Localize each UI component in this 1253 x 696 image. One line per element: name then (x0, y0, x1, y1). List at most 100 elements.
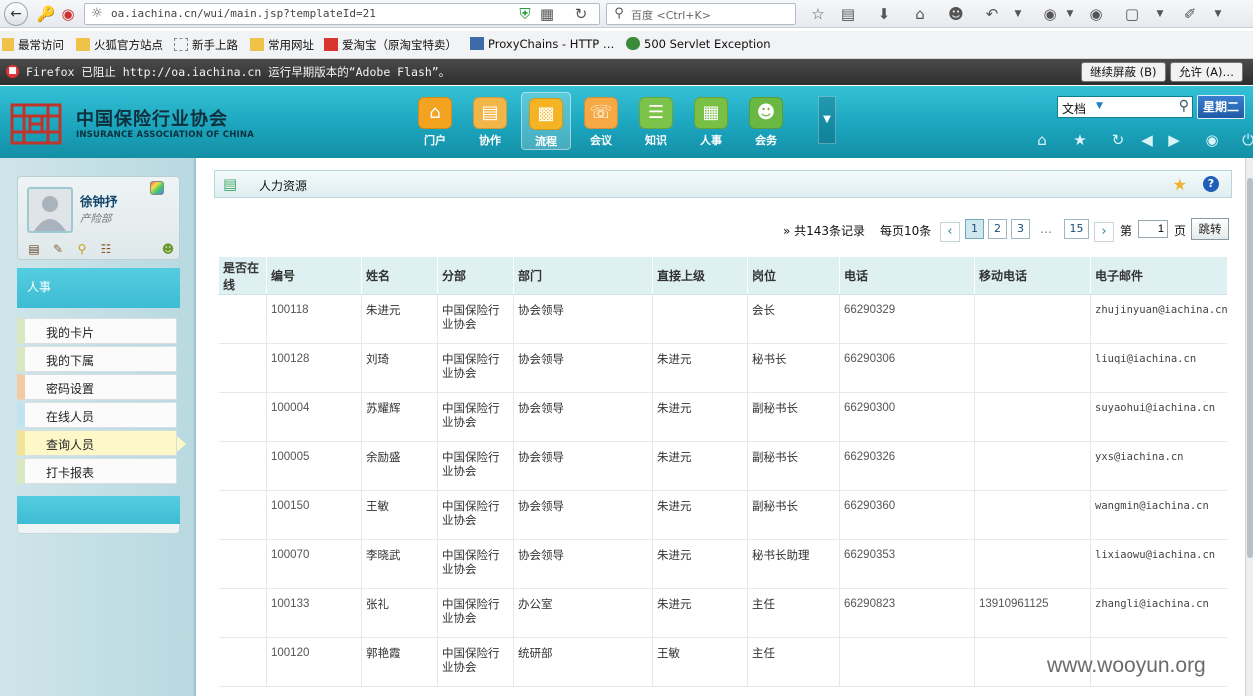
undo-icon[interactable]: ↶ (982, 4, 1002, 24)
table-cell[interactable]: 朱进元 (361, 294, 438, 344)
column-header[interactable]: 岗位 (747, 256, 840, 295)
table-row[interactable]: 100133 张礼 中国保险行业协会 办公室 朱进元 主任 66290823 13910961… (218, 588, 1227, 638)
page-button[interactable]: 1 (965, 219, 984, 239)
book-icon[interactable]: ▤ (26, 241, 42, 257)
reload-icon[interactable]: ↻ (571, 4, 591, 24)
tools-icon[interactable]: ✐ (1180, 4, 1200, 24)
camera-icon[interactable]: ◉ (58, 4, 78, 24)
module-collaboration[interactable]: ▤ 协作 (465, 92, 515, 150)
module-conference[interactable]: ☻ 会务 (741, 92, 791, 150)
page-button[interactable]: 2 (988, 219, 1007, 239)
column-header[interactable]: 直接上级 (652, 256, 748, 295)
column-header[interactable]: 姓名 (361, 256, 438, 295)
search-category[interactable]: 文档 (1062, 100, 1086, 117)
app-search-box[interactable]: 文档 ▼ ⚲ (1057, 96, 1193, 118)
table-cell[interactable]: 张礼 (361, 588, 438, 638)
chat-icon[interactable]: ☻ (946, 4, 966, 24)
bookmark-proxychains[interactable]: ProxyChains - HTTP … (470, 37, 614, 53)
back-arrow-icon[interactable]: ◀ (1137, 130, 1157, 150)
menu-item-my-card[interactable]: 我的卡片 (17, 318, 177, 344)
module-hr[interactable]: ▦ 人事 (686, 92, 736, 150)
bookmark-aitaobao[interactable]: 爱淘宝（原淘宝特卖） (324, 37, 457, 53)
back-button[interactable]: ← (4, 2, 28, 26)
module-workflow[interactable]: ▩ 流程 (521, 92, 571, 150)
chevron-down-icon[interactable]: ▼ (1096, 101, 1103, 111)
menu-dropdown-icon[interactable]: ▼ (1208, 4, 1228, 24)
bookmark-firefox-site[interactable]: 火狐官方站点 (76, 37, 163, 53)
addon-icon[interactable]: ◉ (1040, 4, 1060, 24)
refresh-icon[interactable]: ↻ (1108, 130, 1128, 150)
favorite-star-icon[interactable]: ★ (1173, 175, 1187, 194)
continue-blocking-button[interactable]: 继续屏蔽 (B) (1081, 62, 1166, 82)
table-row[interactable]: 100005 余励盛 中国保险行业协会 协会领导 朱进元 副秘书长 66290326 yxs@… (218, 441, 1227, 491)
user-name[interactable]: 徐钟抒 (80, 191, 118, 210)
refresh-user-icon[interactable]: ☻ (160, 241, 176, 257)
crop-dropdown-icon[interactable]: ▼ (1150, 4, 1170, 24)
module-knowledge[interactable]: ☰ 知识 (631, 92, 681, 150)
module-portal[interactable]: ⌂ 门户 (410, 92, 460, 150)
table-cell[interactable]: 郭艳霞 (361, 637, 438, 687)
qr-code-icon[interactable]: ▦ (537, 4, 557, 24)
reading-list-icon[interactable]: ▤ (838, 4, 858, 24)
key-icon[interactable]: 🔑 (36, 4, 56, 24)
more-modules-button[interactable]: ▼ (818, 96, 836, 144)
table-row[interactable]: 100118 朱进元 中国保险行业协会 协会领导 会长 66290329 zhujinyua… (218, 294, 1227, 344)
table-row[interactable]: 100004 苏耀辉 中国保险行业协会 协会领导 朱进元 副秘书长 66290300 suya… (218, 392, 1227, 442)
module-meeting[interactable]: ☏ 会议 (576, 92, 626, 150)
table-row[interactable]: 100128 刘琦 中国保险行业协会 协会领导 朱进元 秘书长 66290306 liuqi@… (218, 343, 1227, 393)
go-button[interactable]: 跳转 (1191, 218, 1229, 240)
scrollbar-thumb[interactable] (1247, 178, 1253, 558)
table-row[interactable]: 100150 王敏 中国保险行业协会 协会领导 朱进元 副秘书长 66290360 wangm… (218, 490, 1227, 540)
download-icon[interactable]: ⬇ (874, 4, 894, 24)
column-header[interactable]: 分部 (437, 256, 514, 295)
message-icon[interactable]: ◉ (1086, 4, 1106, 24)
menu-item-password-settings[interactable]: 密码设置 (17, 374, 177, 400)
browser-search-input[interactable]: ⚲ 百度 <Ctrl+K> (606, 3, 796, 25)
edit-icon[interactable]: ✎ (50, 241, 66, 257)
addon-dropdown-icon[interactable]: ▼ (1060, 4, 1080, 24)
column-header[interactable]: 编号 (266, 256, 362, 295)
home-icon[interactable]: ⌂ (1032, 130, 1052, 150)
bookmark-most-visited[interactable]: 最常访问 (2, 37, 64, 53)
forward-arrow-icon[interactable]: ▶ (1164, 130, 1184, 150)
url-bar[interactable]: ☼ oa.iachina.cn/wui/main.jsp?templateId=… (84, 3, 600, 25)
theme-palette-icon[interactable] (150, 181, 164, 195)
page-scrollbar[interactable] (1245, 158, 1253, 696)
lock-icon[interactable]: ⚲ (74, 241, 90, 257)
page-button[interactable]: 15 (1064, 219, 1089, 239)
table-row[interactable]: 100070 李晓武 中国保险行业协会 协会领导 朱进元 秘书长助理 66290353 lix… (218, 539, 1227, 589)
menu-item-online-users[interactable]: 在线人员 (17, 402, 177, 428)
allow-button[interactable]: 允许 (A)… (1170, 62, 1243, 82)
table-cell[interactable]: 刘琦 (361, 343, 438, 393)
home-icon[interactable]: ⌂ (910, 4, 930, 24)
logout-icon[interactable]: ⏻ (1238, 130, 1253, 150)
bookmark-star-icon[interactable]: ☆ (808, 4, 828, 24)
column-header[interactable]: 是否在线 (218, 256, 267, 295)
table-cell[interactable]: 苏耀辉 (361, 392, 438, 442)
menu-item-search-people[interactable]: 查询人员 (17, 430, 186, 456)
bookmark-servlet-exception[interactable]: 500 Servlet Exception (626, 37, 771, 53)
column-header[interactable]: 部门 (513, 256, 653, 295)
column-header[interactable]: 电话 (839, 256, 975, 295)
favorite-star-icon[interactable]: ★ (1070, 130, 1090, 150)
column-header[interactable]: 移动电话 (974, 256, 1091, 295)
help-icon[interactable]: ? (1203, 176, 1219, 192)
shield-icon[interactable]: ⛨ (515, 4, 535, 24)
search-icon[interactable]: ⚲ (1179, 98, 1189, 114)
undo-dropdown-icon[interactable]: ▼ (1008, 4, 1028, 24)
org-chart-icon[interactable]: ☷ (98, 241, 114, 257)
crop-icon[interactable]: ▢ (1122, 4, 1142, 24)
menu-item-attendance-report[interactable]: 打卡报表 (17, 458, 177, 484)
prev-page-icon[interactable]: ‹ (940, 222, 960, 242)
page-button[interactable]: 3 (1011, 219, 1030, 239)
avatar[interactable] (27, 187, 73, 233)
next-page-icon[interactable]: › (1094, 222, 1114, 242)
collapse-icon[interactable]: ◉ (1202, 130, 1222, 150)
menu-item-my-subordinates[interactable]: 我的下属 (17, 346, 177, 372)
table-cell[interactable]: 王敏 (361, 490, 438, 540)
bookmark-getting-started[interactable]: 新手上路 (174, 37, 238, 53)
page-number-input[interactable] (1138, 220, 1168, 238)
table-cell[interactable]: 李晓武 (361, 539, 438, 589)
column-header[interactable]: 电子邮件 (1090, 256, 1227, 295)
table-cell[interactable]: 余励盛 (361, 441, 438, 491)
